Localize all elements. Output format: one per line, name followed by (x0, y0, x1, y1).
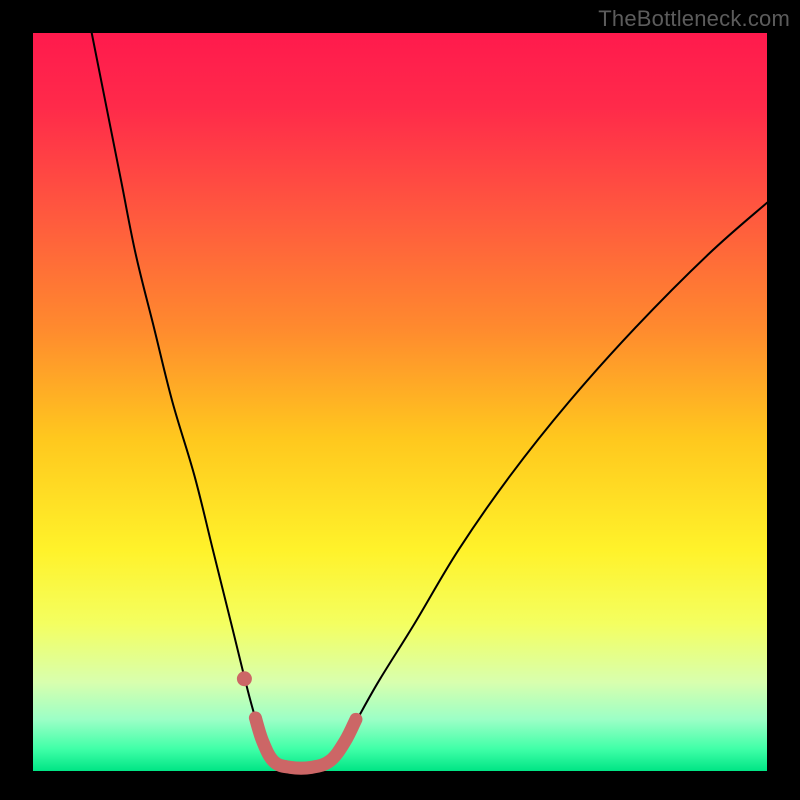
plot-background (33, 33, 767, 771)
watermark-text: TheBottleneck.com (598, 6, 790, 32)
dot-marker (237, 671, 252, 686)
bottleneck-chart (0, 0, 800, 800)
chart-frame: TheBottleneck.com (0, 0, 800, 800)
